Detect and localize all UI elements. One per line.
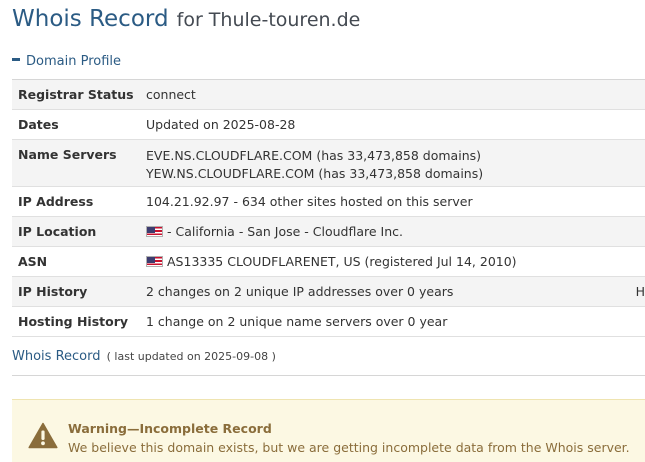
row-value: Updated on 2025-08-28 (146, 117, 296, 132)
row-label: IP Address (18, 194, 94, 209)
row-label: Name Servers (18, 147, 117, 162)
collapse-minus-icon[interactable] (12, 58, 20, 61)
row-value: EVE.NS.CLOUDFLARE.COM (has 33,473,858 do… (146, 140, 645, 186)
ip-location-text: - California - San Jose - Cloudflare Inc… (167, 224, 404, 239)
whois-record-section-heading: Whois Record ( last updated on 2025-09-0… (12, 349, 276, 364)
warning-title: Warning—Incomplete Record (68, 421, 272, 436)
domain-profile-heading[interactable]: Domain Profile (26, 54, 121, 69)
domain-profile-table: Registrar Status connect Dates Updated o… (12, 79, 645, 337)
page-title-domain: for Thule-touren.de (176, 9, 361, 31)
us-flag-icon (146, 226, 163, 237)
row-label: IP History (18, 284, 88, 299)
table-row-name-servers: Name Servers EVE.NS.CLOUDFLARE.COM (has … (12, 140, 645, 187)
row-value: connect (146, 87, 196, 102)
table-row-dates: Dates Updated on 2025-08-28 (12, 110, 645, 140)
table-row-asn: ASN AS13335 CLOUDFLARENET, US (registere… (12, 247, 645, 277)
table-row-ip-location: IP Location - California - San Jose - Cl… (12, 217, 645, 247)
asn-text: AS13335 CLOUDFLARENET, US (registered Ju… (167, 254, 517, 269)
row-label: Dates (18, 117, 59, 132)
table-row-ip-history: IP History 2 changes on 2 unique IP addr… (12, 277, 645, 307)
row-value: AS13335 CLOUDFLARENET, US (registered Ju… (146, 247, 645, 276)
row-value: 2 changes on 2 unique IP addresses over … (146, 284, 454, 299)
table-row-hosting-history: Hosting History 1 change on 2 unique nam… (12, 307, 645, 337)
whois-record-heading: Whois Record (12, 349, 101, 364)
us-flag-icon (146, 256, 163, 267)
warning-triangle-icon (28, 422, 58, 453)
warning-message: We believe this domain exists, but we ar… (68, 440, 630, 455)
whois-last-updated-note: ( last updated on 2025-09-08 ) (106, 350, 276, 363)
row-label: IP Location (18, 224, 97, 239)
ip-history-truncated-text: H (635, 284, 645, 299)
row-value: 1 change on 2 unique name servers over 0… (146, 314, 448, 329)
row-label: ASN (18, 254, 48, 269)
name-server-2: YEW.NS.CLOUDFLARE.COM (has 33,473,858 do… (146, 166, 484, 181)
row-label: Hosting History (18, 314, 129, 329)
name-server-1: EVE.NS.CLOUDFLARE.COM (has 33,473,858 do… (146, 148, 482, 163)
page-title-main: Whois Record (12, 6, 169, 32)
page-title: Whois Record for Thule-touren.de (12, 6, 360, 32)
row-label: Registrar Status (18, 87, 134, 102)
row-value: 104.21.92.97 - 634 other sites hosted on… (146, 194, 473, 209)
domain-profile-toggle[interactable]: Domain Profile (12, 54, 121, 69)
table-row-ip-address: IP Address 104.21.92.97 - 634 other site… (12, 187, 645, 217)
section-divider (12, 375, 645, 376)
table-row-registrar-status: Registrar Status connect (12, 80, 645, 110)
row-value: - California - San Jose - Cloudflare Inc… (146, 217, 645, 246)
incomplete-record-warning: Warning—Incomplete Record We believe thi… (12, 399, 645, 462)
